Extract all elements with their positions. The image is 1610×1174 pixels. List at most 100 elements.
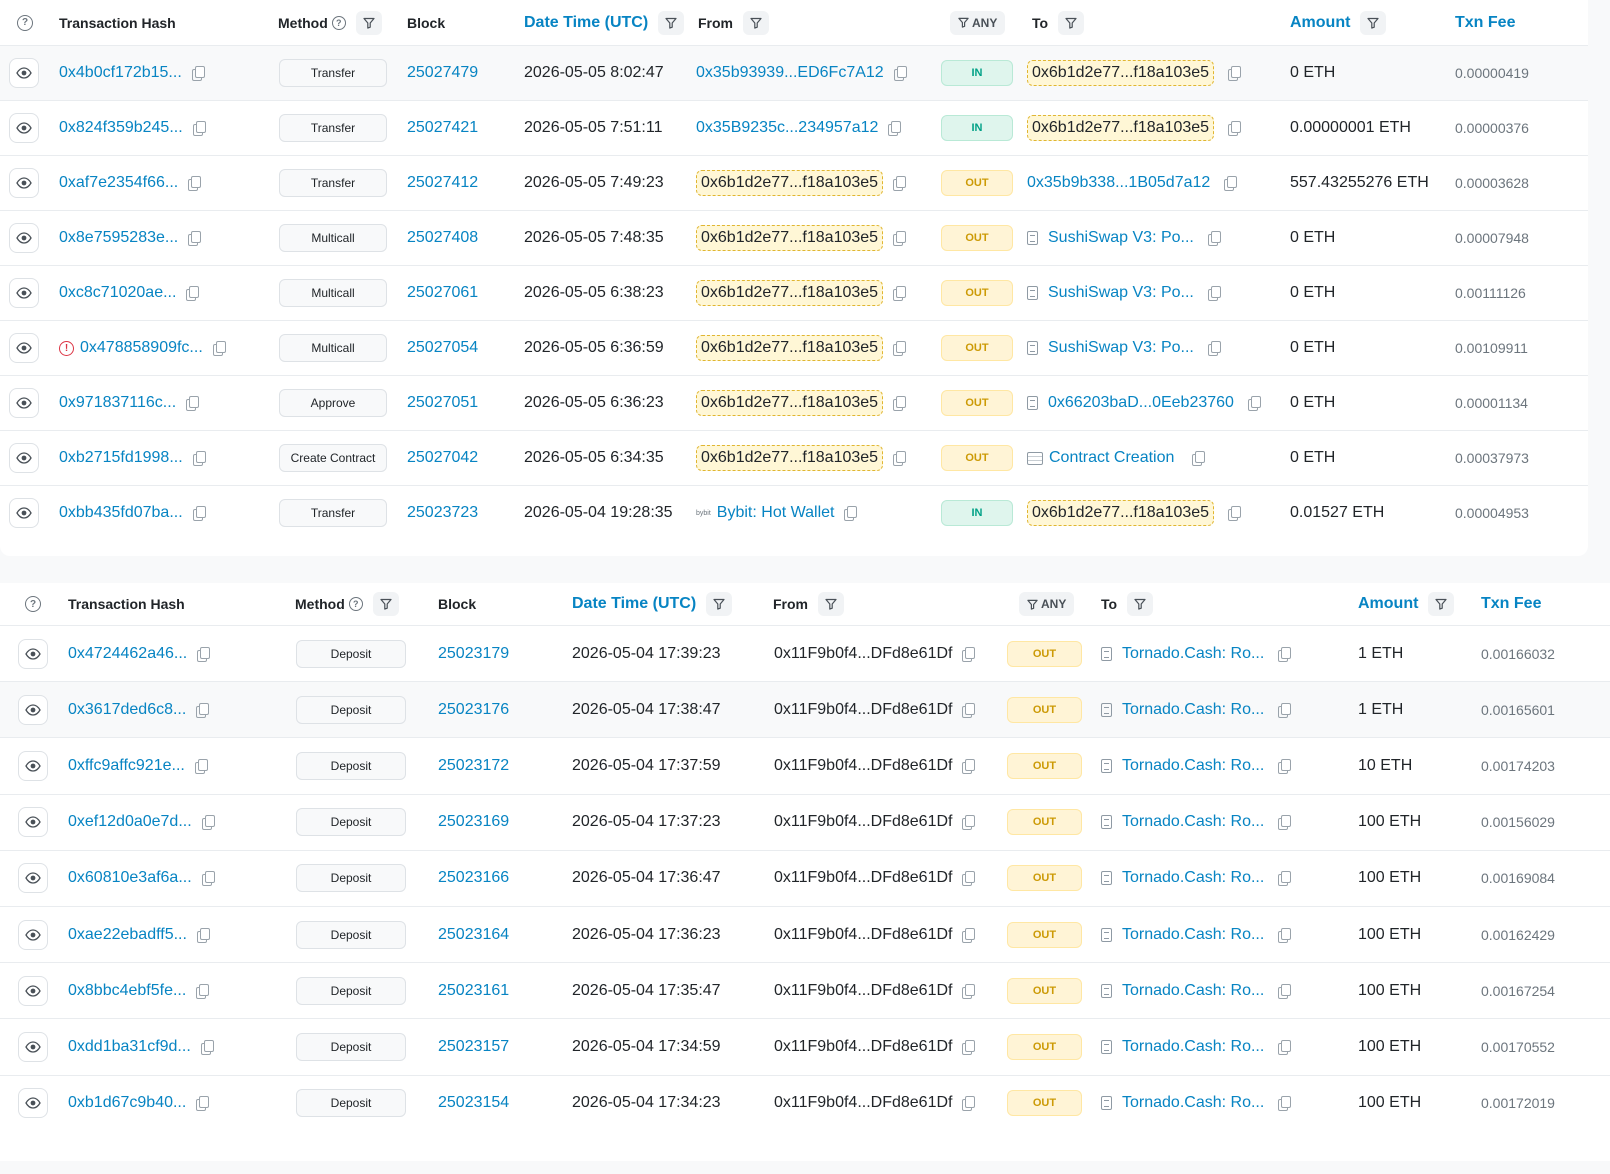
copy-icon[interactable] (893, 341, 907, 356)
copy-icon[interactable] (186, 396, 200, 411)
copy-icon[interactable] (962, 1039, 976, 1055)
from-address-highlight[interactable]: 0x6b1d2e77...f18a103e5 (696, 335, 884, 361)
any-direction-filter[interactable]: ANY (1019, 592, 1075, 616)
tx-hash-link[interactable]: 0xb2715fd1998... (59, 449, 183, 467)
to-contract-link[interactable]: Tornado.Cash: Ro... (1122, 1038, 1264, 1056)
header-datetime[interactable]: Date Time (UTC) (524, 14, 648, 32)
eye-icon[interactable] (9, 278, 39, 308)
to-contract-link[interactable]: Tornado.Cash: Ro... (1122, 645, 1264, 663)
to-contract-link[interactable]: SushiSwap V3: Po... (1048, 339, 1194, 357)
tx-hash-link[interactable]: 0x824f359b245... (59, 119, 183, 137)
copy-icon[interactable] (962, 927, 976, 943)
to-contract-link[interactable]: Tornado.Cash: Ro... (1122, 926, 1264, 944)
eye-icon[interactable] (9, 388, 39, 418)
copy-icon[interactable] (1278, 1096, 1292, 1112)
copy-icon[interactable] (196, 702, 210, 718)
to-contract-link[interactable]: Tornado.Cash: Ro... (1122, 813, 1264, 831)
help-icon[interactable]: ? (25, 596, 41, 612)
copy-icon[interactable] (200, 1039, 214, 1055)
tx-hash-link[interactable]: 0x971837116c... (59, 394, 176, 412)
to-contract-link[interactable]: 0x66203baD...0Eeb23760 (1048, 394, 1234, 412)
filter-icon[interactable] (355, 10, 382, 35)
method-help-icon[interactable]: ? (348, 597, 363, 611)
copy-icon[interactable] (1207, 341, 1221, 356)
from-address[interactable]: 0x11F9b0f4...DFd8e61Df (774, 1094, 952, 1112)
from-address[interactable]: 0x11F9b0f4...DFd8e61Df (774, 757, 952, 775)
filter-icon[interactable] (1428, 592, 1455, 616)
from-address-highlight[interactable]: 0x6b1d2e77...f18a103e5 (696, 280, 884, 306)
from-address[interactable]: 0x11F9b0f4...DFd8e61Df (774, 926, 952, 944)
eye-icon[interactable] (9, 113, 39, 143)
to-address-link[interactable]: 0x35b9b338...1B05d7a12 (1027, 174, 1210, 192)
filter-icon[interactable] (1360, 10, 1387, 35)
from-address[interactable]: 0x11F9b0f4...DFd8e61Df (774, 701, 952, 719)
copy-icon[interactable] (1228, 121, 1242, 136)
tx-hash-link[interactable]: 0xb1d67c9b40... (68, 1094, 186, 1112)
tx-hash-link[interactable]: 0x8bbc4ebf5fe... (68, 982, 186, 1000)
header-amount[interactable]: Amount (1358, 595, 1418, 613)
method-help-icon[interactable]: ? (331, 15, 346, 30)
copy-icon[interactable] (1278, 815, 1292, 831)
filter-icon[interactable] (658, 10, 685, 35)
from-address-highlight[interactable]: 0x6b1d2e77...f18a103e5 (696, 225, 884, 251)
copy-icon[interactable] (186, 286, 200, 301)
copy-icon[interactable] (192, 121, 206, 136)
copy-icon[interactable] (188, 231, 202, 246)
block-link[interactable]: 25027061 (407, 284, 478, 302)
copy-icon[interactable] (1207, 231, 1221, 246)
filter-icon[interactable] (743, 10, 769, 35)
to-contract-link[interactable]: Tornado.Cash: Ro... (1122, 869, 1264, 887)
copy-icon[interactable] (1228, 506, 1242, 521)
block-link[interactable]: 25023169 (438, 813, 509, 831)
tx-hash-link[interactable]: 0x60810e3af6a... (68, 869, 192, 887)
block-link[interactable]: 25027408 (407, 229, 478, 247)
from-address-link[interactable]: Bybit: Hot Wallet (717, 504, 835, 522)
eye-icon[interactable] (18, 863, 48, 894)
to-contract-link[interactable]: Tornado.Cash: Ro... (1122, 1094, 1264, 1112)
copy-icon[interactable] (201, 815, 215, 831)
filter-icon[interactable] (706, 592, 733, 616)
copy-icon[interactable] (1278, 983, 1292, 999)
block-link[interactable]: 25027051 (407, 394, 478, 412)
copy-icon[interactable] (192, 451, 206, 466)
tx-hash-link[interactable]: 0x3617ded6c8... (68, 701, 186, 719)
copy-icon[interactable] (844, 506, 858, 521)
header-datetime[interactable]: Date Time (UTC) (572, 595, 696, 613)
tx-hash-link[interactable]: 0x4b0cf172b15... (59, 64, 182, 82)
from-address[interactable]: 0x11F9b0f4...DFd8e61Df (774, 645, 952, 663)
from-address[interactable]: 0x11F9b0f4...DFd8e61Df (774, 982, 952, 1000)
copy-icon[interactable] (1228, 66, 1242, 81)
to-address-highlight[interactable]: 0x6b1d2e77...f18a103e5 (1027, 60, 1215, 86)
filter-icon[interactable] (372, 592, 399, 616)
copy-icon[interactable] (893, 286, 907, 301)
copy-icon[interactable] (893, 396, 907, 411)
copy-icon[interactable] (1278, 646, 1292, 662)
eye-icon[interactable] (9, 443, 39, 473)
block-link[interactable]: 25023164 (438, 926, 509, 944)
copy-icon[interactable] (893, 451, 907, 466)
copy-icon[interactable] (196, 927, 210, 943)
copy-icon[interactable] (893, 66, 907, 81)
block-link[interactable]: 25023154 (438, 1094, 509, 1112)
copy-icon[interactable] (1278, 1039, 1292, 1055)
from-address[interactable]: 0x11F9b0f4...DFd8e61Df (774, 1038, 952, 1056)
copy-icon[interactable] (962, 758, 976, 774)
eye-icon[interactable] (9, 168, 39, 198)
block-link[interactable]: 25023157 (438, 1038, 509, 1056)
tx-hash-link[interactable]: 0xaf7e2354f66... (59, 174, 178, 192)
copy-icon[interactable] (197, 646, 211, 662)
eye-icon[interactable] (9, 333, 39, 363)
to-contract-link[interactable]: SushiSwap V3: Po... (1048, 229, 1194, 247)
copy-icon[interactable] (1247, 396, 1261, 411)
from-address-highlight[interactable]: 0x6b1d2e77...f18a103e5 (696, 390, 884, 416)
copy-icon[interactable] (1278, 871, 1292, 887)
eye-icon[interactable] (18, 919, 48, 950)
eye-icon[interactable] (18, 638, 48, 669)
copy-icon[interactable] (1278, 702, 1292, 718)
copy-icon[interactable] (962, 702, 976, 718)
block-link[interactable]: 25027421 (407, 119, 478, 137)
block-link[interactable]: 25023161 (438, 982, 509, 1000)
eye-icon[interactable] (18, 694, 48, 725)
eye-icon[interactable] (9, 58, 39, 88)
copy-icon[interactable] (962, 815, 976, 831)
